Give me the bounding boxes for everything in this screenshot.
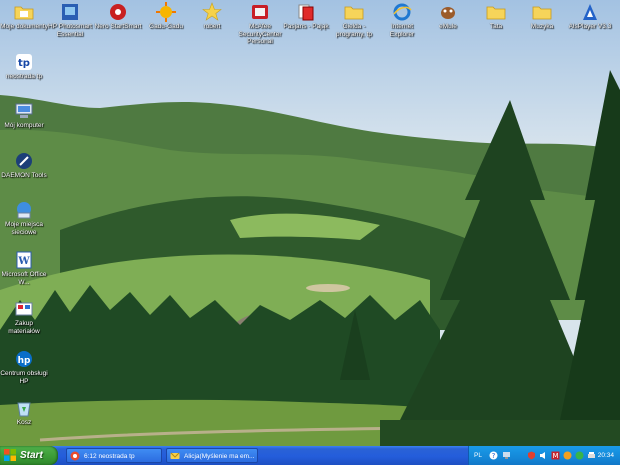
desktop-icon-label: Zakup materiałów	[8, 320, 40, 335]
task-label: 6:12 neostrada tp	[84, 453, 135, 460]
hp-center-icon: hp	[16, 351, 32, 367]
star-folder-icon	[202, 2, 222, 21]
taskbar-item-neostrada[interactable]: 6:12 neostrada tp	[66, 448, 162, 463]
desktop-icon[interactable]: Gadu-Gadu	[142, 2, 190, 31]
network-tray-icon[interactable]	[502, 451, 511, 460]
start-button[interactable]: Start	[0, 446, 58, 465]
desktop-icon[interactable]: AlsPlayer V3.3	[566, 2, 614, 31]
internet-explorer-icon	[393, 3, 412, 21]
desktop-icon-label: Pasjans - Pająk	[283, 23, 329, 30]
folder-icon	[532, 6, 552, 20]
desktop-icon[interactable]: Moje miejsca sieciowe	[0, 200, 48, 236]
desktop-icon-label: AlsPlayer V3.3	[568, 23, 612, 30]
desktop-icon[interactable]: Internet Explorer	[378, 2, 426, 38]
purchase-icon	[15, 302, 33, 316]
daemon-tools-icon	[16, 153, 32, 169]
printer-tray-icon[interactable]	[587, 451, 596, 460]
desktop-icon-label: Kosz	[16, 419, 32, 426]
mcafee-icon	[252, 5, 268, 19]
desktop-icon[interactable]: Tata	[472, 2, 520, 31]
desktop-icon-label: Internet Explorer	[389, 23, 415, 38]
desktop-icon[interactable]: Muzyka	[518, 2, 566, 31]
start-label: Start	[20, 450, 43, 461]
neostrada-task-icon	[70, 451, 80, 461]
folder-documents-icon	[14, 6, 34, 20]
desktop-icon-label: Muzyka	[530, 23, 554, 30]
taskbar: Start 6:12 neostrada tp Alicja(Myślenie …	[0, 446, 620, 465]
desktop-icon-label: Tata	[489, 23, 503, 30]
player-icon	[583, 4, 597, 20]
antivirus-tray-icon[interactable]: M	[551, 451, 560, 460]
desktop-icon-label: Moje miejsca sieciowe	[5, 221, 43, 236]
svg-text:hp: hp	[18, 356, 31, 366]
desktop-icon-label: Moje dokumenty	[0, 23, 48, 30]
desktop-icon[interactable]: Nero StartSmart	[94, 2, 142, 31]
clock[interactable]: 20:34	[598, 446, 614, 465]
office-word-icon: W	[16, 251, 32, 269]
desktop-icon[interactable]: Mój komputer	[0, 101, 48, 130]
desktop-icon-label: Microsoft Office W...	[1, 271, 47, 286]
desktop-icon-label: HP Photosmart Essential	[48, 23, 92, 38]
hp-photosmart-icon	[62, 4, 78, 20]
volume-tray-icon[interactable]	[539, 451, 548, 460]
desktop: Moje dokumenty HP Photosmart Essential Ner…	[0, 0, 620, 446]
svg-text:?: ?	[492, 452, 496, 460]
desktop-icon-label: robert	[203, 23, 221, 30]
svg-text:M: M	[552, 452, 558, 460]
desktop-icon-label: Gadu-Gadu	[149, 23, 183, 30]
solitaire-icon	[298, 4, 314, 21]
desktop-icon[interactable]: Gielda - programy, tp	[330, 2, 378, 38]
desktop-icon[interactable]: tp neostrada tp	[0, 52, 48, 81]
desktop-icon[interactable]: Pasjans - Pająk	[282, 2, 330, 31]
language-indicator[interactable]: PL	[474, 446, 482, 465]
svg-text:tp: tp	[18, 58, 30, 69]
desktop-icon[interactable]: Kosz	[0, 398, 48, 427]
desktop-icon-label: Nero StartSmart	[94, 23, 142, 30]
my-computer-icon	[15, 103, 33, 118]
desktop-icon[interactable]: McAfee SecurityCenter Personal	[236, 2, 284, 46]
taskbar-item-messenger[interactable]: Alicja(Myślenie ma em...	[166, 448, 258, 463]
desktop-icon-label: eMule	[439, 23, 457, 30]
neostrada-icon: tp	[16, 54, 32, 70]
desktop-icon-label: neostrada tp	[5, 73, 43, 80]
desktop-icon[interactable]: HP Photosmart Essential	[46, 2, 94, 38]
wallpaper-mountain-landscape	[0, 0, 620, 446]
update-tray-icon[interactable]	[575, 451, 584, 460]
desktop-icon[interactable]: W Microsoft Office W...	[0, 250, 48, 286]
desktop-icon[interactable]: Zakup materiałów	[0, 299, 48, 335]
task-label: Alicja(Myślenie ma em...	[184, 453, 255, 460]
folder-icon	[344, 6, 364, 20]
emule-icon	[441, 7, 455, 19]
desktop-icon[interactable]: robert	[188, 2, 236, 31]
desktop-icon[interactable]: hp Centrum obsługi HP	[0, 349, 48, 385]
desktop-icon-label: Mój komputer	[4, 122, 44, 129]
folder-icon	[486, 6, 506, 20]
nero-icon	[110, 4, 126, 20]
gadu-gadu-icon	[156, 2, 176, 22]
system-tray: PL ? M 20:34	[468, 446, 620, 465]
svg-text:W: W	[17, 256, 30, 267]
windows-logo-icon	[4, 449, 16, 461]
security-tray-icon[interactable]	[527, 451, 536, 460]
messenger-task-icon	[170, 452, 180, 459]
desktop-icon-label: Gielda - programy, tp	[335, 23, 372, 38]
messenger-tray-icon[interactable]	[563, 451, 572, 460]
recycle-bin-icon	[17, 402, 31, 417]
desktop-icon-label: Centrum obsługi HP	[0, 370, 48, 385]
desktop-icon-label: McAfee SecurityCenter Personal	[238, 23, 282, 45]
help-tray-icon[interactable]: ?	[489, 451, 498, 460]
network-places-icon	[17, 202, 31, 219]
desktop-icon[interactable]: Moje dokumenty	[0, 2, 48, 31]
desktop-icon[interactable]: DAEMON Tools	[0, 151, 48, 180]
desktop-icon[interactable]: eMule	[424, 2, 472, 31]
desktop-icon-label: DAEMON Tools	[1, 172, 47, 179]
